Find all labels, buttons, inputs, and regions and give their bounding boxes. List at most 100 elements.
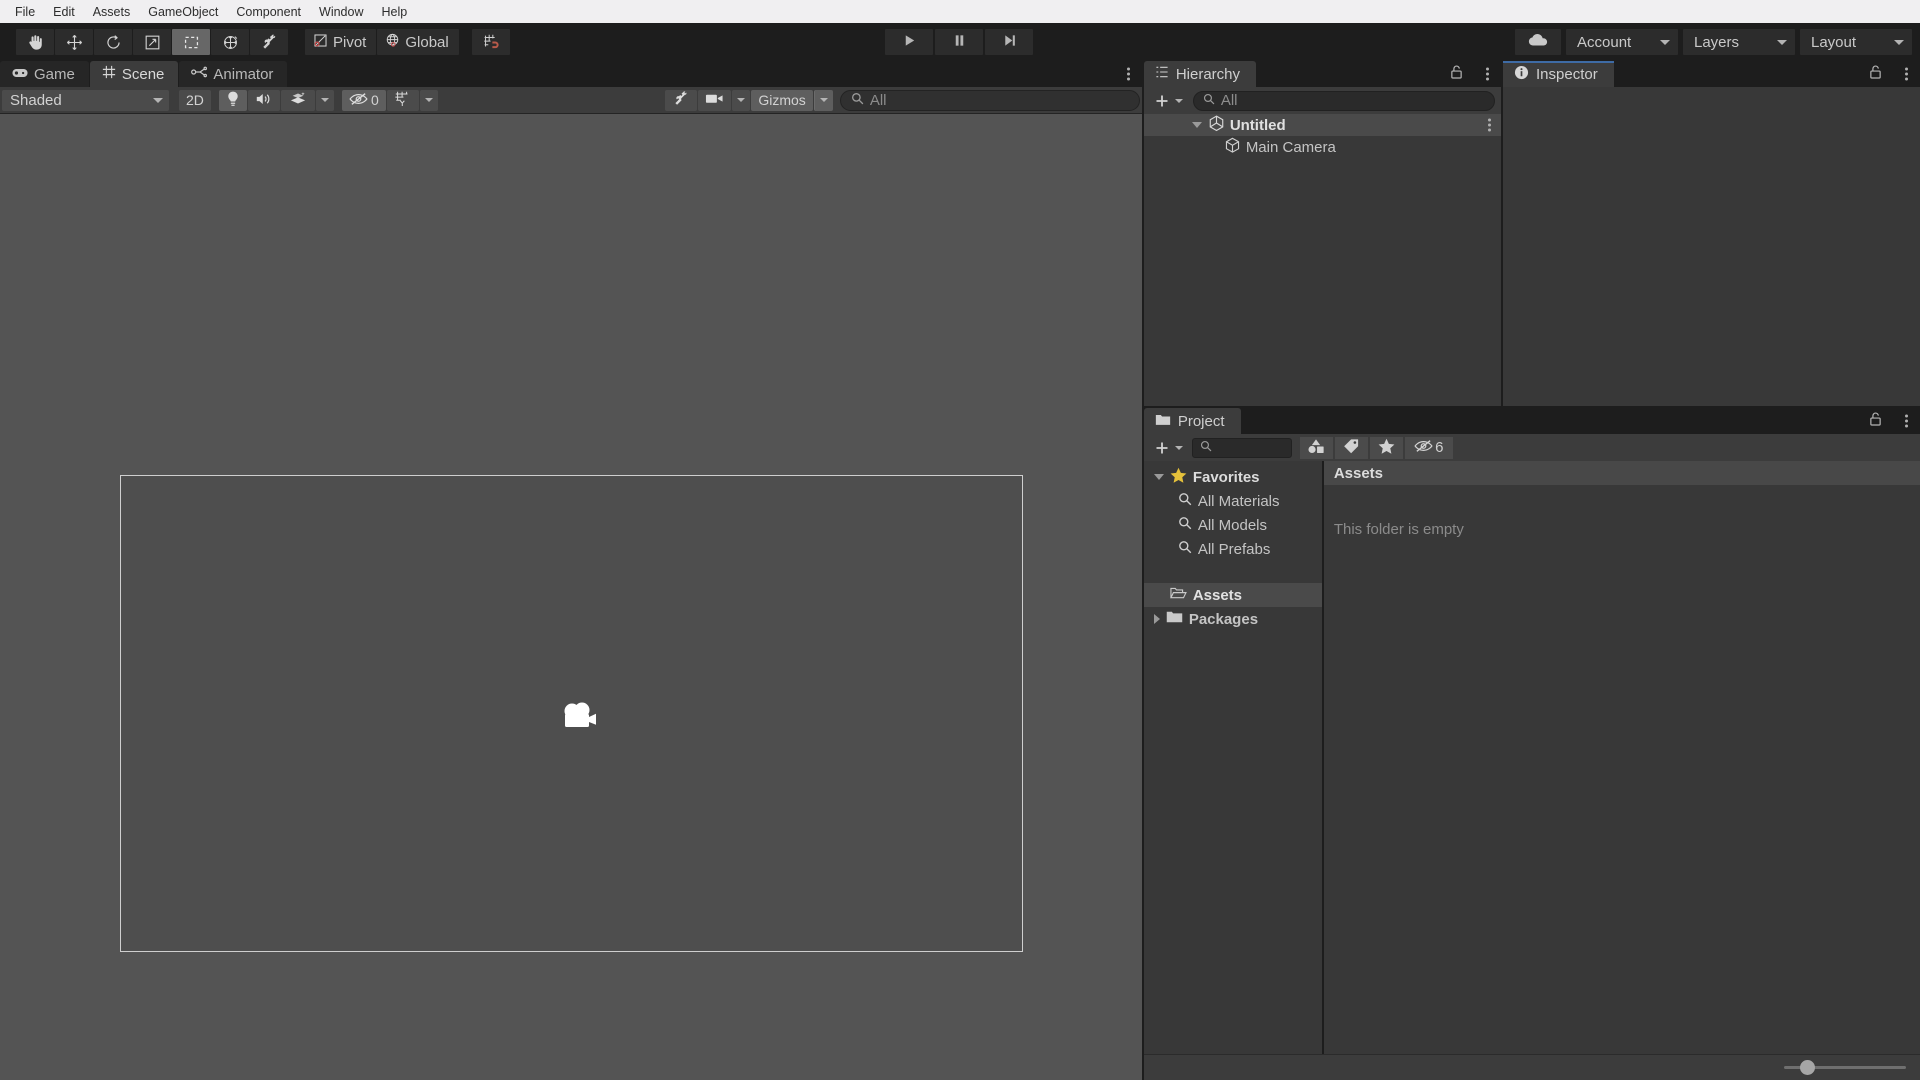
grid-visibility-button[interactable]	[386, 89, 419, 111]
search-icon	[1178, 516, 1192, 534]
layers-dropdown[interactable]: Layers	[1683, 29, 1795, 55]
menu-item-edit[interactable]: Edit	[44, 3, 84, 21]
fx-dropdown-button[interactable]	[315, 89, 334, 111]
gizmos-button[interactable]: Gizmos	[751, 89, 813, 111]
scene-search-field[interactable]	[839, 89, 1140, 111]
scene-camera-dropdown-button[interactable]	[732, 89, 751, 111]
handle-space-button[interactable]: Global	[377, 29, 459, 55]
scene-viewport[interactable]	[0, 114, 1142, 1080]
pivot-label: Pivot	[333, 33, 367, 51]
hierarchy-row-gameobject[interactable]: Main Camera	[1144, 136, 1501, 158]
main-camera-gizmo-icon[interactable]	[557, 699, 597, 737]
lock-icon[interactable]	[1869, 65, 1882, 84]
tab-project[interactable]: Project	[1143, 408, 1241, 434]
wrench-screwdriver-icon	[260, 33, 279, 52]
tab-game[interactable]: Game	[0, 61, 89, 87]
scene-camera-button[interactable]	[698, 89, 732, 111]
unity-editor-window: File Edit Assets GameObject Component Wi…	[0, 0, 1920, 1080]
info-icon	[1514, 65, 1529, 84]
scene-panel-menu-button[interactable]	[1126, 67, 1130, 81]
lighting-toggle-button[interactable]	[218, 89, 247, 111]
filter-by-type-button[interactable]	[1299, 436, 1333, 459]
hand-tool-button[interactable]	[16, 29, 54, 55]
main-toolbar: Pivot Global Account Layers Layout	[0, 23, 1920, 61]
menu-item-component[interactable]: Component	[227, 3, 310, 21]
transform-tools-group	[16, 29, 289, 55]
project-tree[interactable]: Favorites All Materials All Models All P…	[1143, 461, 1324, 1054]
menu-item-window[interactable]: Window	[310, 3, 372, 21]
hidden-packages-button[interactable]: 6	[1404, 436, 1453, 459]
transform-tool-button[interactable]	[211, 29, 249, 55]
chevron-down-icon[interactable]	[1191, 122, 1202, 128]
project-search-field[interactable]	[1191, 437, 1292, 458]
tab-animator[interactable]: Animator	[179, 61, 288, 87]
rotate-tool-button[interactable]	[94, 29, 132, 55]
project-row-all-prefabs[interactable]: All Prefabs	[1144, 537, 1322, 561]
gameobject-cube-icon	[1224, 137, 1241, 158]
audio-toggle-button[interactable]	[247, 89, 280, 111]
grid-dropdown-button[interactable]	[419, 89, 438, 111]
hierarchy-row-scene[interactable]: Untitled	[1143, 114, 1501, 136]
scene-row-menu-button[interactable]	[1488, 118, 1491, 132]
hierarchy-menu-button[interactable]	[1486, 67, 1489, 81]
hierarchy-inspector-row: Hierarchy All Untitled Main Camera Inspe…	[1143, 61, 1920, 406]
filter-favorites-button[interactable]	[1369, 436, 1403, 459]
draw-mode-dropdown[interactable]: Shaded	[2, 89, 169, 111]
account-dropdown[interactable]: Account	[1566, 29, 1678, 55]
move-tool-button[interactable]	[55, 29, 93, 55]
scene-tools-button[interactable]	[665, 89, 698, 111]
hierarchy-toolbar	[1143, 87, 1501, 114]
scene-visibility-button[interactable]: 0	[341, 89, 386, 111]
menu-item-assets[interactable]: Assets	[84, 3, 140, 21]
grid-snap-magnet-icon	[481, 32, 501, 52]
tab-hierarchy[interactable]: Hierarchy	[1143, 61, 1256, 87]
menu-item-help[interactable]: Help	[372, 3, 416, 21]
toggle-2d-button[interactable]: 2D	[179, 89, 211, 111]
folder-open-icon	[1169, 586, 1187, 604]
project-row-all-materials[interactable]: All Materials	[1144, 489, 1322, 513]
asset-zoom-slider[interactable]	[1784, 1060, 1906, 1075]
project-menu-button[interactable]	[1905, 414, 1908, 428]
scene-search-input[interactable]	[869, 91, 1129, 109]
project-asset-grid[interactable]: This folder is empty	[1324, 485, 1920, 1054]
project-toolbar: 6	[1143, 434, 1920, 461]
fx-toggle-button[interactable]	[280, 89, 315, 111]
pause-button[interactable]	[935, 29, 983, 55]
custom-tool-button[interactable]	[250, 29, 288, 55]
project-row-packages[interactable]: Packages	[1144, 607, 1322, 631]
hierarchy-search-field[interactable]	[1192, 90, 1495, 111]
lock-icon[interactable]	[1450, 65, 1463, 84]
play-button[interactable]	[885, 29, 933, 55]
lock-icon[interactable]	[1869, 412, 1882, 431]
project-row-assets[interactable]: Assets	[1143, 583, 1322, 607]
chevron-down-icon[interactable]	[1153, 474, 1164, 480]
scale-tool-button[interactable]	[133, 29, 171, 55]
star-icon	[1170, 467, 1187, 487]
tab-inspector[interactable]: Inspector	[1503, 61, 1614, 87]
gizmos-dropdown-button[interactable]	[813, 89, 833, 111]
menu-item-gameobject[interactable]: GameObject	[139, 3, 227, 21]
menu-bar: File Edit Assets GameObject Component Wi…	[0, 0, 1920, 23]
project-row-favorites[interactable]: Favorites	[1144, 465, 1322, 489]
inspector-menu-button[interactable]	[1905, 67, 1908, 81]
grid-snapping-button[interactable]	[471, 29, 510, 55]
project-create-button[interactable]	[1150, 439, 1186, 457]
chevron-right-icon[interactable]	[1153, 614, 1160, 624]
effects-icon	[289, 91, 307, 110]
filter-by-label-button[interactable]	[1334, 436, 1368, 459]
rect-tool-button[interactable]	[172, 29, 210, 55]
layout-dropdown[interactable]: Layout	[1800, 29, 1912, 55]
tab-scene[interactable]: Scene	[89, 61, 179, 87]
project-row-all-models[interactable]: All Models	[1144, 513, 1322, 537]
asset-zoom-slider-knob[interactable]	[1799, 1060, 1815, 1075]
hierarchy-search-input[interactable]	[1220, 92, 1485, 109]
hierarchy-create-button[interactable]	[1150, 92, 1186, 110]
pivot-mode-button[interactable]: Pivot	[305, 29, 377, 55]
project-search-input[interactable]	[1211, 439, 1284, 456]
cloud-button[interactable]	[1515, 29, 1561, 55]
menu-item-file[interactable]: File	[6, 3, 44, 21]
project-row-label: All Materials	[1197, 492, 1280, 510]
hierarchy-tree[interactable]: Untitled Main Camera	[1143, 114, 1501, 406]
step-button[interactable]	[985, 29, 1033, 55]
hand-icon	[26, 33, 45, 52]
